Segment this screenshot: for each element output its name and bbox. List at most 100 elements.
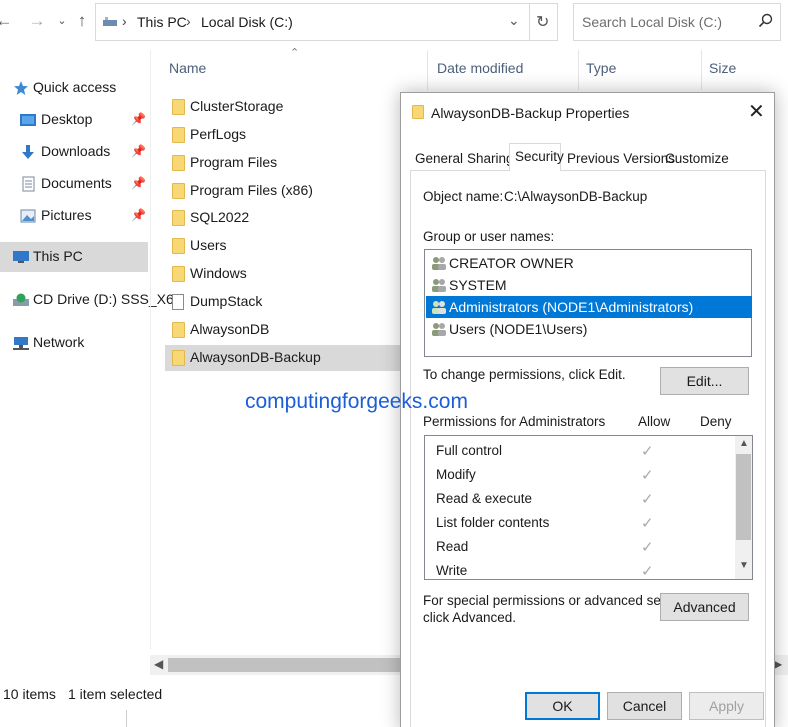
permissions-scrollbar[interactable]: ▲ ▼ — [735, 436, 752, 579]
nav-item-desktop[interactable]: Desktop 📌 — [0, 105, 148, 135]
list-item-users[interactable]: Users (NODE1\Users) — [426, 318, 752, 340]
permissions-for-label: Permissions for Administrators — [423, 414, 606, 429]
file-name: Program Files — [190, 154, 278, 170]
nav-item-network[interactable]: Network — [0, 328, 148, 358]
user-name: Users (NODE1\Users) — [449, 321, 588, 337]
pin-icon[interactable]: 📌 — [131, 112, 146, 126]
scroll-up-icon[interactable]: ▲ — [739, 438, 749, 449]
breadcrumb-separator: › — [186, 13, 191, 29]
deny-column-header: Deny — [700, 414, 732, 429]
tab-previous-versions[interactable]: Previous Versions — [567, 151, 675, 166]
status-divider — [126, 710, 127, 727]
search-input[interactable]: Search Local Disk (C:) — [582, 14, 722, 30]
tab-general[interactable]: General — [415, 151, 463, 166]
file-row-clusterstorage[interactable]: ClusterStorage — [165, 94, 405, 120]
file-row-dumpstack[interactable]: DumpStack — [165, 289, 405, 315]
allow-check-icon: ✓ — [641, 515, 654, 532]
nav-item-pictures[interactable]: Pictures 📌 — [0, 201, 148, 231]
refresh-icon[interactable]: ↻ — [536, 12, 549, 32]
drive-icon — [103, 17, 117, 26]
nav-item-label: Quick access — [33, 79, 117, 95]
tab-customize[interactable]: Customize — [665, 151, 729, 166]
file-row-perflogs[interactable]: PerfLogs — [165, 122, 405, 148]
computer-icon — [13, 251, 29, 263]
list-item-administrators[interactable]: Administrators (NODE1\Administrators) — [426, 296, 752, 318]
dialog-title: AlwaysonDB-Backup Properties — [431, 105, 630, 121]
nav-item-downloads[interactable]: Downloads 📌 — [0, 137, 148, 167]
file-row-alwaysondb-backup[interactable]: AlwaysonDB-Backup — [165, 345, 405, 371]
permission-list-folder-contents: List folder contents — [436, 515, 550, 530]
file-name: Users — [190, 237, 227, 253]
users-group-icon — [432, 257, 446, 270]
star-icon — [14, 81, 28, 95]
nav-item-this-pc[interactable]: This PC — [0, 242, 148, 272]
nav-item-quick-access[interactable]: Quick access — [0, 73, 148, 103]
file-row-alwaysondb[interactable]: AlwaysonDB — [165, 317, 405, 343]
nav-item-label: Downloads — [41, 143, 111, 159]
permission-modify: Modify — [436, 467, 476, 482]
file-icon — [172, 294, 184, 310]
column-header-name[interactable]: Name — [169, 60, 206, 76]
column-header-date-modified[interactable]: Date modified — [437, 60, 523, 76]
file-row-program-files-x86[interactable]: Program Files (x86) — [165, 178, 405, 204]
forward-button[interactable]: → — [27, 8, 47, 34]
pin-icon[interactable]: 📌 — [131, 176, 146, 190]
back-button[interactable]: ← — [0, 8, 14, 34]
nav-item-cd-drive[interactable]: CD Drive (D:) SSS_X64 — [0, 285, 182, 315]
file-name: Program Files (x86) — [190, 182, 313, 198]
cd-drive-icon — [13, 293, 29, 306]
user-name: Administrators (NODE1\Administrators) — [449, 299, 694, 315]
file-name: AlwaysonDB — [190, 321, 270, 337]
folder-icon — [172, 266, 185, 282]
column-header-size[interactable]: Size — [709, 60, 736, 76]
cancel-button[interactable]: Cancel — [607, 692, 682, 720]
apply-button[interactable]: Apply — [689, 692, 764, 720]
folder-icon — [172, 238, 185, 254]
nav-item-label: Network — [33, 334, 85, 350]
advanced-button[interactable]: Advanced — [660, 593, 749, 621]
file-row-sql2022[interactable]: SQL2022 — [165, 205, 405, 231]
click-advanced-text: click Advanced. — [423, 610, 517, 625]
scroll-left-icon[interactable]: ◀ — [154, 657, 163, 671]
close-icon[interactable]: ✕ — [748, 99, 765, 124]
tab-sharing[interactable]: Sharing — [467, 151, 514, 166]
recent-locations-icon[interactable]: ⌄ — [52, 8, 72, 34]
scroll-down-icon[interactable]: ▼ — [739, 560, 749, 571]
folder-icon — [172, 183, 185, 199]
file-row-program-files[interactable]: Program Files — [165, 150, 405, 176]
folder-icon — [172, 322, 185, 338]
scrollbar-thumb[interactable] — [736, 454, 751, 540]
nav-item-documents[interactable]: Documents 📌 — [0, 169, 148, 199]
allow-column-header: Allow — [638, 414, 671, 429]
edit-button[interactable]: Edit... — [660, 367, 749, 395]
up-button[interactable]: ↑ — [72, 8, 92, 34]
address-dropdown-icon[interactable]: ⌄ — [508, 12, 520, 29]
file-row-windows[interactable]: Windows — [165, 261, 405, 287]
pin-icon[interactable]: 📌 — [131, 144, 146, 158]
column-header-type[interactable]: Type — [586, 60, 616, 76]
search-box[interactable]: Search Local Disk (C:) — [573, 3, 781, 41]
breadcrumb-this-pc[interactable]: This PC — [137, 14, 187, 30]
list-item-system[interactable]: SYSTEM — [426, 274, 752, 296]
nav-item-label: Desktop — [41, 111, 93, 127]
watermark-text: computingforgeeks.com — [245, 390, 468, 413]
list-item-creator-owner[interactable]: CREATOR OWNER — [426, 252, 752, 274]
folder-icon — [172, 210, 185, 226]
folder-icon — [172, 350, 185, 366]
object-name-value: C:\AlwaysonDB-Backup — [504, 189, 648, 204]
document-icon — [22, 176, 35, 192]
folder-icon — [412, 105, 424, 119]
file-row-users[interactable]: Users — [165, 233, 405, 259]
ok-button[interactable]: OK — [525, 692, 600, 720]
folder-icon — [172, 127, 185, 143]
pin-icon[interactable]: 📌 — [131, 208, 146, 222]
breadcrumb-local-disk[interactable]: Local Disk (C:) — [201, 14, 293, 30]
status-item-count: 10 items — [3, 686, 56, 702]
group-user-list[interactable]: CREATOR OWNER SYSTEM Administrators (NOD… — [424, 249, 752, 357]
user-name: CREATOR OWNER — [449, 255, 574, 271]
address-bar[interactable]: › This PC › Local Disk (C:) ⌄ ↻ — [95, 3, 558, 41]
users-group-icon — [432, 301, 446, 314]
address-divider — [529, 4, 530, 40]
tab-security[interactable]: Security — [515, 149, 564, 164]
allow-check-icon: ✓ — [641, 539, 654, 556]
